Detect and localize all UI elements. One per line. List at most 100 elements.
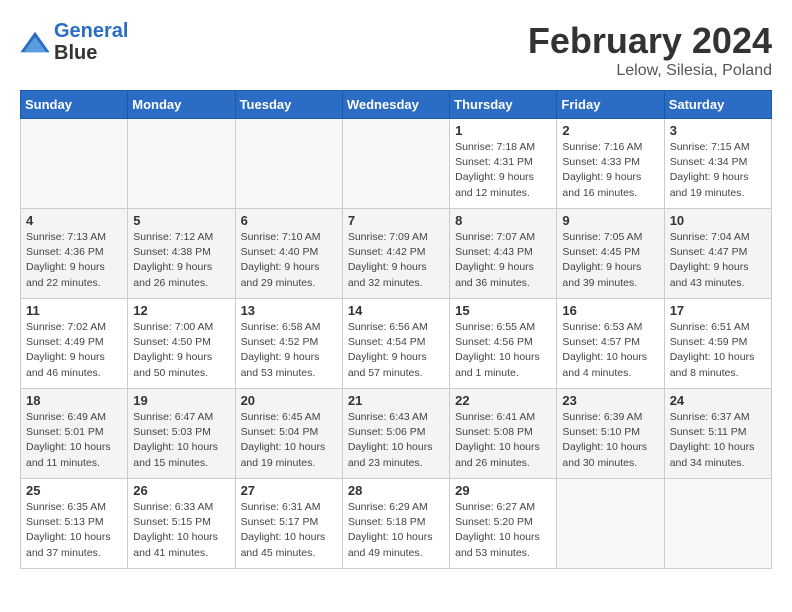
- title-area: February 2024 Lelow, Silesia, Poland: [528, 20, 772, 80]
- page-header: General Blue February 2024 Lelow, Silesi…: [20, 20, 772, 80]
- calendar-cell: 1Sunrise: 7:18 AM Sunset: 4:31 PM Daylig…: [450, 119, 557, 209]
- calendar-cell: 6 Sunrise: 7:10 AM Sunset: 4:40 PM Daylig…: [235, 209, 342, 299]
- day-info: Sunrise: 6:45 AM Sunset: 5:04 PM Dayligh…: [241, 410, 337, 471]
- week-row: 1Sunrise: 7:18 AM Sunset: 4:31 PM Daylig…: [21, 119, 772, 209]
- day-info: Sunrise: 7:02 AM Sunset: 4:49 PM Dayligh…: [26, 320, 122, 381]
- calendar-cell: 18 Sunrise: 6:49 AM Sunset: 5:01 PM Dayli…: [21, 389, 128, 479]
- day-number: 14: [348, 303, 444, 318]
- day-number: 29: [455, 483, 551, 498]
- day-number: 10: [670, 213, 766, 228]
- day-number: 27: [241, 483, 337, 498]
- calendar-cell: 8Sunrise: 7:07 AM Sunset: 4:43 PM Daylig…: [450, 209, 557, 299]
- day-number: 5: [133, 213, 229, 228]
- col-header-wednesday: Wednesday: [342, 91, 449, 119]
- day-number: 26: [133, 483, 229, 498]
- day-info: Sunrise: 6:35 AM Sunset: 5:13 PM Dayligh…: [26, 500, 122, 561]
- calendar-cell: 21Sunrise: 6:43 AM Sunset: 5:06 PM Dayli…: [342, 389, 449, 479]
- day-info: Sunrise: 6:29 AM Sunset: 5:18 PM Dayligh…: [348, 500, 444, 561]
- calendar-cell: 2 Sunrise: 7:16 AM Sunset: 4:33 PM Daylig…: [557, 119, 664, 209]
- calendar-cell: 12 Sunrise: 7:00 AM Sunset: 4:50 PM Dayli…: [128, 299, 235, 389]
- day-info: Sunrise: 7:16 AM Sunset: 4:33 PM Dayligh…: [562, 140, 658, 201]
- day-info: Sunrise: 6:39 AM Sunset: 5:10 PM Dayligh…: [562, 410, 658, 471]
- day-number: 20: [241, 393, 337, 408]
- week-row: 25 Sunrise: 6:35 AM Sunset: 5:13 PM Dayli…: [21, 479, 772, 569]
- day-info: Sunrise: 6:53 AM Sunset: 4:57 PM Dayligh…: [562, 320, 658, 381]
- calendar-cell: [342, 119, 449, 209]
- col-header-monday: Monday: [128, 91, 235, 119]
- calendar-cell: 4 Sunrise: 7:13 AM Sunset: 4:36 PM Daylig…: [21, 209, 128, 299]
- col-header-friday: Friday: [557, 91, 664, 119]
- day-number: 2: [562, 123, 658, 138]
- day-info: Sunrise: 6:58 AM Sunset: 4:52 PM Dayligh…: [241, 320, 337, 381]
- day-info: Sunrise: 6:51 AM Sunset: 4:59 PM Dayligh…: [670, 320, 766, 381]
- day-info: Sunrise: 7:05 AM Sunset: 4:45 PM Dayligh…: [562, 230, 658, 291]
- col-header-tuesday: Tuesday: [235, 91, 342, 119]
- logo-icon: [20, 30, 50, 54]
- calendar-cell: 11 Sunrise: 7:02 AM Sunset: 4:49 PM Dayli…: [21, 299, 128, 389]
- day-number: 18: [26, 393, 122, 408]
- calendar-cell: 17 Sunrise: 6:51 AM Sunset: 4:59 PM Dayli…: [664, 299, 771, 389]
- day-number: 1: [455, 123, 551, 138]
- calendar-cell: 26Sunrise: 6:33 AM Sunset: 5:15 PM Dayli…: [128, 479, 235, 569]
- calendar-cell: 16 Sunrise: 6:53 AM Sunset: 4:57 PM Dayli…: [557, 299, 664, 389]
- calendar-cell: 27 Sunrise: 6:31 AM Sunset: 5:17 PM Dayli…: [235, 479, 342, 569]
- calendar-cell: 22Sunrise: 6:41 AM Sunset: 5:08 PM Dayli…: [450, 389, 557, 479]
- location: Lelow, Silesia, Poland: [528, 62, 772, 80]
- day-number: 11: [26, 303, 122, 318]
- month-title: February 2024: [528, 20, 772, 62]
- day-number: 8: [455, 213, 551, 228]
- day-info: Sunrise: 6:47 AM Sunset: 5:03 PM Dayligh…: [133, 410, 229, 471]
- day-number: 22: [455, 393, 551, 408]
- calendar-cell: 29 Sunrise: 6:27 AM Sunset: 5:20 PM Dayli…: [450, 479, 557, 569]
- day-info: Sunrise: 7:10 AM Sunset: 4:40 PM Dayligh…: [241, 230, 337, 291]
- calendar-cell: [21, 119, 128, 209]
- col-header-thursday: Thursday: [450, 91, 557, 119]
- day-number: 13: [241, 303, 337, 318]
- calendar-cell: [557, 479, 664, 569]
- day-number: 23: [562, 393, 658, 408]
- col-header-sunday: Sunday: [21, 91, 128, 119]
- day-number: 9: [562, 213, 658, 228]
- calendar-cell: [664, 479, 771, 569]
- day-number: 28: [348, 483, 444, 498]
- day-number: 24: [670, 393, 766, 408]
- day-number: 15: [455, 303, 551, 318]
- day-number: 17: [670, 303, 766, 318]
- day-info: Sunrise: 7:12 AM Sunset: 4:38 PM Dayligh…: [133, 230, 229, 291]
- logo: General Blue: [20, 20, 128, 64]
- calendar-cell: 25 Sunrise: 6:35 AM Sunset: 5:13 PM Dayli…: [21, 479, 128, 569]
- day-number: 25: [26, 483, 122, 498]
- day-info: Sunrise: 6:55 AM Sunset: 4:56 PM Dayligh…: [455, 320, 551, 381]
- day-info: Sunrise: 6:49 AM Sunset: 5:01 PM Dayligh…: [26, 410, 122, 471]
- day-info: Sunrise: 7:15 AM Sunset: 4:34 PM Dayligh…: [670, 140, 766, 201]
- day-number: 21: [348, 393, 444, 408]
- calendar-cell: [235, 119, 342, 209]
- week-row: 4 Sunrise: 7:13 AM Sunset: 4:36 PM Daylig…: [21, 209, 772, 299]
- day-info: Sunrise: 6:37 AM Sunset: 5:11 PM Dayligh…: [670, 410, 766, 471]
- calendar-cell: 24 Sunrise: 6:37 AM Sunset: 5:11 PM Dayli…: [664, 389, 771, 479]
- calendar-cell: 9 Sunrise: 7:05 AM Sunset: 4:45 PM Daylig…: [557, 209, 664, 299]
- week-row: 18 Sunrise: 6:49 AM Sunset: 5:01 PM Dayli…: [21, 389, 772, 479]
- calendar-cell: 15 Sunrise: 6:55 AM Sunset: 4:56 PM Dayli…: [450, 299, 557, 389]
- day-number: 16: [562, 303, 658, 318]
- calendar-cell: 10 Sunrise: 7:04 AM Sunset: 4:47 PM Dayli…: [664, 209, 771, 299]
- day-info: Sunrise: 6:31 AM Sunset: 5:17 PM Dayligh…: [241, 500, 337, 561]
- day-number: 19: [133, 393, 229, 408]
- day-number: 4: [26, 213, 122, 228]
- day-info: Sunrise: 6:27 AM Sunset: 5:20 PM Dayligh…: [455, 500, 551, 561]
- calendar-cell: 19 Sunrise: 6:47 AM Sunset: 5:03 PM Dayli…: [128, 389, 235, 479]
- day-info: Sunrise: 7:00 AM Sunset: 4:50 PM Dayligh…: [133, 320, 229, 381]
- calendar-cell: 23 Sunrise: 6:39 AM Sunset: 5:10 PM Dayli…: [557, 389, 664, 479]
- day-number: 6: [241, 213, 337, 228]
- day-info: Sunrise: 7:04 AM Sunset: 4:47 PM Dayligh…: [670, 230, 766, 291]
- calendar-cell: [128, 119, 235, 209]
- day-number: 3: [670, 123, 766, 138]
- day-info: Sunrise: 6:56 AM Sunset: 4:54 PM Dayligh…: [348, 320, 444, 381]
- calendar-cell: 28 Sunrise: 6:29 AM Sunset: 5:18 PM Dayli…: [342, 479, 449, 569]
- day-number: 12: [133, 303, 229, 318]
- calendar-cell: 13 Sunrise: 6:58 AM Sunset: 4:52 PM Dayli…: [235, 299, 342, 389]
- day-info: Sunrise: 7:13 AM Sunset: 4:36 PM Dayligh…: [26, 230, 122, 291]
- week-row: 11 Sunrise: 7:02 AM Sunset: 4:49 PM Dayli…: [21, 299, 772, 389]
- col-header-saturday: Saturday: [664, 91, 771, 119]
- calendar-table: SundayMondayTuesdayWednesdayThursdayFrid…: [20, 90, 772, 569]
